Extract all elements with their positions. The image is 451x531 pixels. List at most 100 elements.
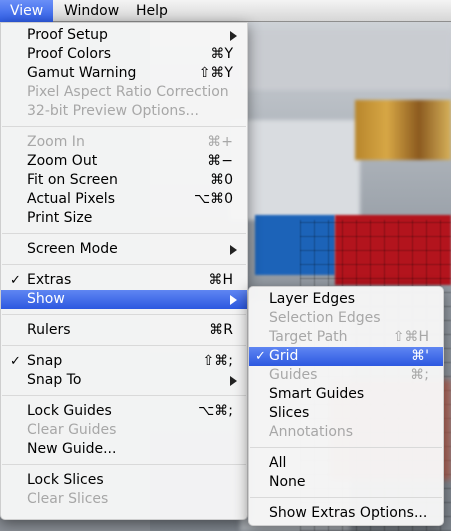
menu-item-shortcut: ⌘': [411, 348, 429, 364]
menu-separator: [2, 464, 246, 465]
menu-item-show-extras-options[interactable]: Show Extras Options...: [249, 504, 443, 523]
menu-item-label: Clear Guides: [27, 422, 117, 438]
menu-separator: [2, 314, 246, 315]
menu-item-label: Lock Guides: [27, 403, 112, 419]
menu-item-shortcut: ⌘H: [208, 272, 233, 288]
menu-window[interactable]: Window: [54, 0, 129, 22]
menu-item-rulers[interactable]: Rulers ⌘R: [1, 321, 247, 340]
menu-item-label: Grid: [269, 348, 299, 364]
menu-item-fit-on-screen[interactable]: Fit on Screen ⌘0: [1, 171, 247, 190]
show-submenu: Layer Edges Selection Edges Target Path …: [248, 286, 444, 526]
menu-view[interactable]: View: [0, 0, 54, 22]
menu-item-extras[interactable]: ✓ Extras ⌘H: [1, 271, 247, 290]
menu-item-label: Lock Slices: [27, 472, 104, 488]
checkmark-icon: ✓: [255, 349, 266, 364]
menu-separator: [2, 264, 246, 265]
menu-item-label: Actual Pixels: [27, 191, 115, 207]
submenu-arrow-icon: [230, 31, 237, 41]
menu-item-label: Proof Setup: [27, 27, 108, 43]
menu-item-grid[interactable]: ✓ Grid ⌘': [249, 347, 443, 366]
menu-item-label: New Guide...: [27, 441, 117, 457]
menu-separator: [250, 497, 442, 498]
menu-item-label: None: [269, 474, 306, 490]
menu-item-annotations: Annotations: [249, 423, 443, 442]
menu-item-label: Layer Edges: [269, 291, 356, 307]
menu-item-lock-guides[interactable]: Lock Guides ⌥⌘;: [1, 402, 247, 421]
menu-separator: [2, 233, 246, 234]
menu-item-label: Annotations: [269, 424, 354, 440]
menu-item-proof-colors[interactable]: Proof Colors ⌘Y: [1, 45, 247, 64]
menu-separator: [2, 345, 246, 346]
menu-item-label: Snap To: [27, 372, 82, 388]
menu-item-label: Slices: [269, 405, 310, 421]
menu-item-smart-guides[interactable]: Smart Guides: [249, 385, 443, 404]
menu-item-label: Fit on Screen: [27, 172, 118, 188]
menu-separator: [2, 395, 246, 396]
menu-item-gamut-warning[interactable]: Gamut Warning ⇧⌘Y: [1, 64, 247, 83]
menu-item-shortcut: ⌘0: [210, 172, 233, 188]
menu-item-label: Print Size: [27, 210, 93, 226]
menu-item-label: Zoom Out: [27, 153, 98, 169]
menu-item-all[interactable]: All: [249, 454, 443, 473]
menu-item-slices[interactable]: Slices: [249, 404, 443, 423]
menu-item-shortcut: ⌘+: [207, 134, 233, 150]
menu-item-label: Show: [27, 291, 65, 307]
menu-item-label: Clear Slices: [27, 491, 109, 507]
menu-item-selection-edges: Selection Edges: [249, 309, 443, 328]
checkmark-icon: ✓: [10, 273, 21, 288]
document-area: [230, 120, 360, 220]
menu-item-shortcut: ⇧⌘;: [202, 353, 233, 369]
options-bar: [240, 30, 451, 90]
menu-item-label: Rulers: [27, 322, 71, 338]
menu-item-actual-pixels[interactable]: Actual Pixels ⌥⌘0: [1, 190, 247, 209]
menu-item-shortcut: ⇧⌘Y: [198, 65, 233, 81]
menu-item-zoom-out[interactable]: Zoom Out ⌘−: [1, 152, 247, 171]
menu-item-clear-guides: Clear Guides: [1, 421, 247, 440]
menu-item-shortcut: ⌘−: [207, 153, 233, 169]
menu-item-clear-slices: Clear Slices: [1, 490, 247, 509]
menu-item-none[interactable]: None: [249, 473, 443, 492]
menu-item-label: Gamut Warning: [27, 65, 137, 81]
submenu-arrow-icon: [230, 245, 237, 255]
view-menu: Proof Setup Proof Colors ⌘Y Gamut Warnin…: [0, 22, 248, 520]
menu-item-show[interactable]: Show: [1, 290, 247, 309]
menu-item-label: Snap: [27, 353, 63, 369]
menu-item-label: Show Extras Options...: [269, 505, 428, 521]
menu-item-proof-setup[interactable]: Proof Setup: [1, 26, 247, 45]
menu-bar: View Window Help: [0, 0, 451, 22]
menu-item-label: Guides: [269, 367, 318, 383]
submenu-arrow-icon: [230, 295, 237, 305]
menu-item-shortcut: ⌥⌘0: [193, 191, 233, 207]
menu-separator: [250, 447, 442, 448]
menu-item-shortcut: ⌥⌘;: [198, 403, 233, 419]
menu-item-shortcut: ⌘R: [209, 322, 233, 338]
menu-item-label: Target Path: [269, 329, 348, 345]
menu-item-shortcut: ⌘Y: [210, 46, 233, 62]
menu-item-screen-mode[interactable]: Screen Mode: [1, 240, 247, 259]
menu-item-label: Zoom In: [27, 134, 85, 150]
menu-item-zoom-in: Zoom In ⌘+: [1, 133, 247, 152]
menu-item-snap-to[interactable]: Snap To: [1, 371, 247, 390]
menu-item-new-guide[interactable]: New Guide...: [1, 440, 247, 459]
menu-item-label: Selection Edges: [269, 310, 381, 326]
image-thumbnail: [355, 100, 451, 160]
checkmark-icon: ✓: [10, 354, 21, 369]
menu-item-label: 32-bit Preview Options...: [27, 103, 199, 119]
menu-item-label: Screen Mode: [27, 241, 118, 257]
menu-item-32bit-preview: 32-bit Preview Options...: [1, 102, 247, 121]
submenu-arrow-icon: [230, 376, 237, 386]
menu-item-target-path: Target Path ⇧⌘H: [249, 328, 443, 347]
menu-item-label: Pixel Aspect Ratio Correction: [27, 84, 229, 100]
menu-separator: [2, 126, 246, 127]
menu-help[interactable]: Help: [126, 0, 178, 22]
menu-item-print-size[interactable]: Print Size: [1, 209, 247, 228]
menu-item-label: Extras: [27, 272, 72, 288]
menu-item-label: Smart Guides: [269, 386, 365, 402]
menu-item-layer-edges[interactable]: Layer Edges: [249, 290, 443, 309]
menu-item-shortcut: ⌘;: [410, 367, 429, 383]
menu-item-shortcut: ⇧⌘H: [392, 329, 429, 345]
menu-item-snap[interactable]: ✓ Snap ⇧⌘;: [1, 352, 247, 371]
menu-item-label: Proof Colors: [27, 46, 111, 62]
menu-item-pixel-aspect-ratio: Pixel Aspect Ratio Correction: [1, 83, 247, 102]
menu-item-lock-slices[interactable]: Lock Slices: [1, 471, 247, 490]
